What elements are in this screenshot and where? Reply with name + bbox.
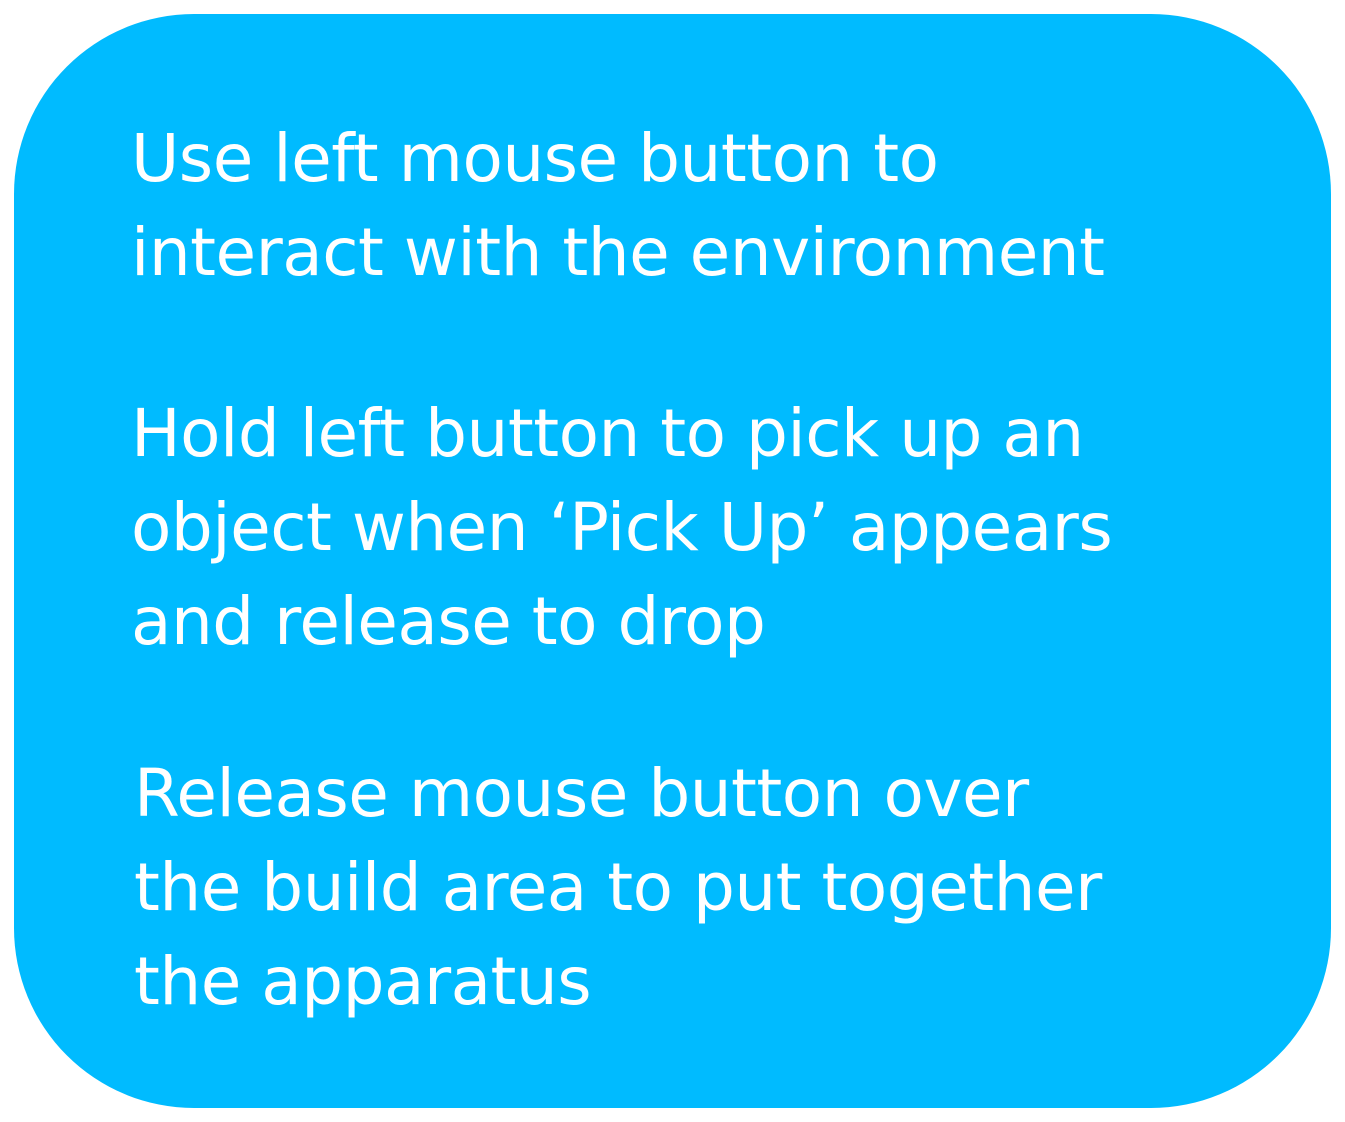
instruction-pick-up: Hold left button to pick up an object wh…	[131, 395, 1113, 660]
instruction-panel: Use left mouse button to interact with t…	[14, 14, 1331, 1108]
instruction-interact: Use left mouse button to interact with t…	[131, 120, 1105, 291]
instruction-release: Release mouse button over the build area…	[134, 755, 1102, 1020]
